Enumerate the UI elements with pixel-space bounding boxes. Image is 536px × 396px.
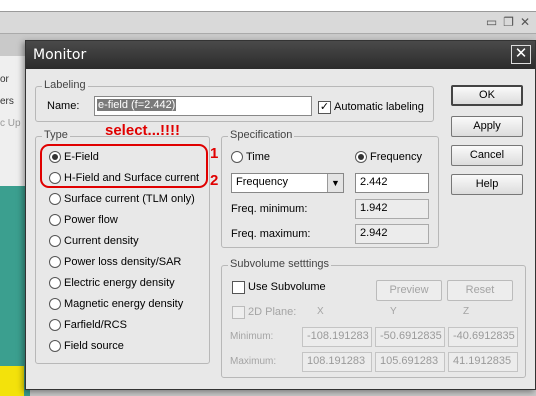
radio-icon — [49, 340, 61, 352]
type-option-label: Farfield/RCS — [64, 319, 127, 331]
spec-frequency-radio[interactable]: Frequency — [355, 149, 422, 165]
spec-time-radio[interactable]: Time — [231, 149, 270, 165]
side-item: or — [0, 74, 9, 85]
radio-icon — [49, 235, 61, 247]
min-x-input[interactable]: -108.191283 — [302, 327, 372, 347]
use-subvolume-checkbox[interactable]: Use Subvolume — [232, 279, 326, 295]
subvolume-legend: Subvolume setttings — [228, 258, 332, 270]
background-topbar — [0, 0, 536, 12]
name-label: Name: — [47, 100, 80, 112]
spec-type-select-value: Frequency — [236, 176, 288, 188]
reset-button[interactable]: Reset — [447, 280, 513, 301]
checkbox-checked-icon: ✓ — [318, 100, 331, 114]
type-option-current-density[interactable]: Current density — [49, 233, 139, 249]
type-option-label: Surface current (TLM only) — [64, 193, 195, 205]
radio-icon — [49, 277, 61, 289]
spec-time-label: Time — [246, 151, 271, 163]
column-z-label: Z — [463, 306, 470, 317]
type-option-label: Field source — [64, 340, 124, 352]
radio-icon — [49, 193, 61, 205]
type-option-label: Power loss density/SAR — [64, 256, 182, 268]
type-option-magnetic-energy[interactable]: Magnetic energy density — [49, 296, 183, 312]
side-item: c Up — [0, 118, 21, 129]
type-option-surface-current[interactable]: Surface current (TLM only) — [49, 191, 195, 207]
background-window-controls: ▭ ❐ ✕ — [486, 15, 530, 29]
spec-type-select[interactable]: Frequency ▼ — [231, 173, 344, 193]
specification-group: Specification Time Frequency Frequency ▼… — [221, 129, 439, 248]
type-option-label: Electric energy density — [64, 277, 175, 289]
cancel-button[interactable]: Cancel — [451, 145, 523, 166]
type-option-power-flow[interactable]: Power flow — [49, 212, 118, 228]
radio-icon — [49, 256, 61, 268]
type-legend: Type — [42, 129, 70, 141]
restore-icon[interactable]: ❐ — [503, 15, 514, 29]
background-titlebar — [0, 12, 536, 34]
type-option-farfield[interactable]: Farfield/RCS — [49, 317, 127, 333]
labeling-group: Labeling Name: e-field (f=2.442) ✓ Autom… — [35, 79, 434, 122]
radio-icon — [49, 319, 61, 331]
min-z-input[interactable]: -40.6912835 — [448, 327, 518, 347]
min-y-input[interactable]: -50.6912835 — [375, 327, 445, 347]
annotation-highlight-oval — [40, 144, 208, 188]
preview-button[interactable]: Preview — [376, 280, 442, 301]
freq-max-label: Freq. maximum: — [231, 228, 311, 240]
side-item: ers — [0, 96, 14, 107]
close-icon[interactable]: ✕ — [520, 15, 530, 29]
ok-button[interactable]: OK — [451, 85, 523, 106]
radio-icon — [49, 298, 61, 310]
spec-frequency-label: Frequency — [370, 151, 422, 163]
annotation-number-2: 2 — [210, 172, 219, 189]
type-option-label: Magnetic energy density — [64, 298, 184, 310]
minimize-icon[interactable]: ▭ — [486, 15, 497, 29]
type-option-label: Power flow — [64, 214, 118, 226]
monitor-dialog: Monitor ✕ Labeling Name: e-field (f=2.44… — [25, 40, 536, 390]
max-y-input[interactable]: 105.691283 — [375, 352, 445, 372]
type-option-electric-energy[interactable]: Electric energy density — [49, 275, 175, 291]
checkbox-icon — [232, 305, 245, 319]
dialog-title: Monitor — [33, 47, 87, 63]
annotation-number-1: 1 — [210, 145, 219, 162]
max-x-input[interactable]: 108.191283 — [302, 352, 372, 372]
name-input[interactable]: e-field (f=2.442) — [94, 96, 312, 116]
help-button[interactable]: Help — [451, 174, 523, 195]
plane-2d-label: 2D Plane: — [248, 306, 297, 318]
spec-value-input[interactable]: 2.442 — [355, 173, 429, 193]
checkbox-icon — [232, 280, 245, 294]
type-option-field-source[interactable]: Field source — [49, 338, 124, 354]
radio-selected-icon — [355, 151, 367, 163]
apply-button[interactable]: Apply — [451, 116, 523, 137]
background-model-shape — [0, 366, 24, 396]
max-z-input[interactable]: 41.1912835 — [448, 352, 518, 372]
column-y-label: Y — [390, 306, 397, 317]
radio-icon — [49, 214, 61, 226]
plane-2d-checkbox[interactable]: 2D Plane: — [232, 304, 296, 320]
maximum-label: Maximum: — [230, 356, 277, 367]
automatic-labeling-label: Automatic labeling — [334, 101, 424, 113]
freq-min-label: Freq. minimum: — [231, 203, 308, 215]
minimum-label: Minimum: — [230, 331, 274, 342]
automatic-labeling-checkbox[interactable]: ✓ Automatic labeling — [318, 99, 424, 115]
dialog-titlebar: Monitor ✕ — [26, 41, 535, 69]
specification-legend: Specification — [228, 129, 295, 141]
chevron-down-icon[interactable]: ▼ — [327, 174, 343, 192]
close-button[interactable]: ✕ — [511, 45, 531, 64]
annotation-select-text: select...!!!! — [105, 122, 181, 139]
type-option-label: Current density — [64, 235, 139, 247]
use-subvolume-label: Use Subvolume — [248, 281, 326, 293]
column-x-label: X — [317, 306, 324, 317]
labeling-legend: Labeling — [42, 79, 88, 91]
freq-max-value: 2.942 — [355, 224, 429, 244]
name-input-value: e-field (f=2.442) — [97, 99, 177, 111]
radio-icon — [231, 151, 243, 163]
subvolume-group: Subvolume setttings Use Subvolume Previe… — [221, 258, 526, 378]
freq-min-value: 1.942 — [355, 199, 429, 219]
type-option-power-loss[interactable]: Power loss density/SAR — [49, 254, 181, 270]
close-icon: ✕ — [514, 45, 528, 62]
